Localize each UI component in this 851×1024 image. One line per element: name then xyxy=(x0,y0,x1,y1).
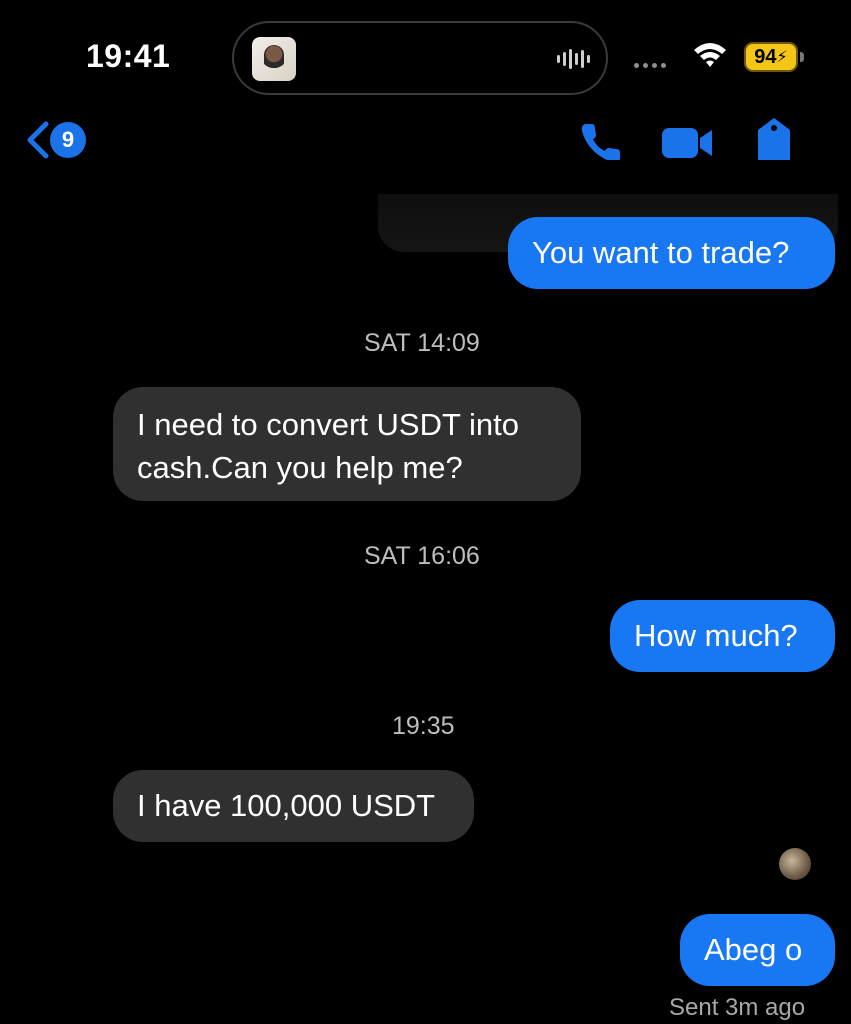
back-button[interactable]: 9 xyxy=(24,120,86,160)
unread-count-badge: 9 xyxy=(50,122,86,158)
album-art-icon xyxy=(252,37,296,81)
battery-icon: 94 ⚡ xyxy=(744,42,798,72)
battery-cap xyxy=(800,52,804,62)
outgoing-message-bubble[interactable]: Abeg o xyxy=(680,914,835,986)
header-shade xyxy=(0,160,851,194)
tag-icon[interactable] xyxy=(752,116,796,166)
sent-status: Sent 3m ago xyxy=(669,994,806,1021)
chevron-left-icon xyxy=(27,121,49,159)
incoming-message-bubble[interactable]: I have 100,000 USDT xyxy=(113,770,474,842)
message-timestamp: SAT 14:09 xyxy=(364,329,480,357)
outgoing-message-bubble[interactable]: You want to trade? xyxy=(508,217,835,289)
status-time: 19:41 xyxy=(86,38,171,74)
read-receipt-avatar xyxy=(779,848,811,880)
message-timestamp: SAT 16:06 xyxy=(364,542,480,570)
outgoing-message-bubble[interactable]: How much? xyxy=(610,600,835,672)
wifi-icon xyxy=(694,43,726,67)
dynamic-island-now-playing[interactable] xyxy=(232,21,608,95)
battery-level: 94 xyxy=(754,45,777,68)
cellular-signal-icon xyxy=(634,63,666,68)
message-timestamp: 19:35 xyxy=(392,712,455,740)
video-call-icon[interactable] xyxy=(660,124,714,162)
audio-waveform-icon xyxy=(557,47,590,71)
incoming-message-bubble[interactable]: I need to convert USDT into cash.Can you… xyxy=(113,387,581,501)
